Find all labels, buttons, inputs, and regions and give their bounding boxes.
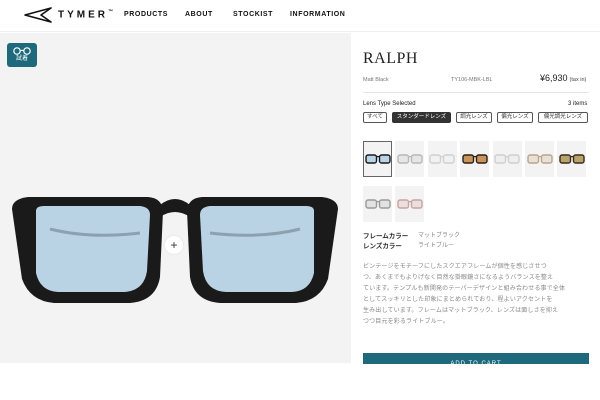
color-swatch[interactable]: [460, 141, 490, 177]
spec-frame-color-value: マットブラック: [418, 233, 461, 239]
plus-icon: +: [170, 238, 178, 252]
glasses-thumbnail-icon: [559, 154, 585, 164]
try-on-button[interactable]: 試着: [7, 43, 37, 67]
site-header: TYMER™ PRODUCTS ABOUT STOCKIST INFORMATI…: [0, 0, 600, 32]
filter-photochromic-lens[interactable]: 調光レンズ: [456, 112, 492, 123]
glasses-product-image: [12, 197, 338, 303]
brand-mark-icon: [24, 7, 52, 23]
try-on-label: 試着: [15, 56, 28, 62]
color-swatch[interactable]: [363, 141, 392, 177]
description-line: 生み出しています。フレームはマットブラック、レンズは面しさを抑え: [363, 308, 559, 314]
glasses-thumbnail-icon: [494, 154, 520, 164]
description-line: つつ目元を彩るライトブルー。: [363, 319, 450, 325]
divider: [363, 92, 589, 93]
glasses-thumbnail-icon: [397, 199, 423, 209]
product-price: ¥6,930 (tax in): [540, 73, 586, 83]
glasses-thumbnail-icon: [461, 154, 488, 164]
color-swatch[interactable]: [395, 141, 425, 177]
spec-frame-color-label: フレームカラー: [363, 233, 409, 240]
filter-polarized-photochromic-lens[interactable]: 偏光調光レンズ: [538, 112, 588, 123]
brand-name: TYMER™: [58, 9, 113, 21]
description-line: ています。テンプルも新開発のテーパーデザインと組み合わせる事で全体: [363, 286, 566, 292]
price-tax: (tax in): [569, 77, 587, 83]
product-image: [0, 33, 351, 363]
brand-logo[interactable]: TYMER™: [24, 7, 113, 23]
page-bottom-blank: [0, 364, 600, 400]
nav-stockist[interactable]: STOCKIST: [233, 11, 273, 18]
filter-all[interactable]: すべて: [363, 112, 387, 123]
product-sku: TY106-MBK-LBL: [451, 77, 493, 83]
spec-lens-color-label: レンズカラー: [363, 243, 402, 250]
color-swatch[interactable]: [525, 141, 554, 177]
color-swatch[interactable]: [395, 186, 425, 222]
glasses-icon: [13, 47, 31, 55]
glasses-thumbnail-icon: [397, 154, 423, 164]
item-count: 3 items: [568, 101, 588, 107]
spec-lens-color-value: ライトブルー: [418, 243, 455, 249]
product-description: ビンテージをモチーフにしたスクエアフレームが個性を感じさせつ つ、あくまでもより…: [363, 262, 589, 328]
price-value: ¥6,930: [540, 73, 568, 83]
color-swatch[interactable]: [363, 186, 392, 222]
glasses-thumbnail-icon: [364, 154, 391, 164]
nav-information[interactable]: INFORMATION: [290, 11, 345, 18]
glasses-thumbnail-icon: [429, 154, 455, 164]
product-color-name: Matt Black: [363, 77, 389, 83]
color-swatch[interactable]: [492, 141, 522, 177]
glasses-thumbnail-icon: [526, 154, 553, 164]
description-line: ビンテージをモチーフにしたスクエアフレームが個性を感じさせつ: [363, 264, 547, 270]
filter-standard-lens[interactable]: スタンダードレンズ: [392, 112, 451, 123]
glasses-thumbnail-icon: [364, 199, 391, 209]
color-swatch[interactable]: [557, 141, 587, 177]
nav-products[interactable]: PRODUCTS: [124, 11, 168, 18]
lens-type-label: Lens Type Selected: [363, 101, 416, 107]
filter-polarized-lens[interactable]: 偏光レンズ: [497, 112, 533, 123]
description-line: つ、あくまでもよりげなく目然な掛眼鏡さになるようバランスを整え: [363, 275, 554, 281]
zoom-button[interactable]: +: [165, 236, 183, 254]
color-swatch[interactable]: [427, 141, 457, 177]
description-line: としてスッキリとした印象にまとめられており、程よいアクセントを: [363, 297, 553, 303]
nav-about[interactable]: ABOUT: [185, 11, 213, 18]
product-title: RALPH: [363, 50, 418, 67]
